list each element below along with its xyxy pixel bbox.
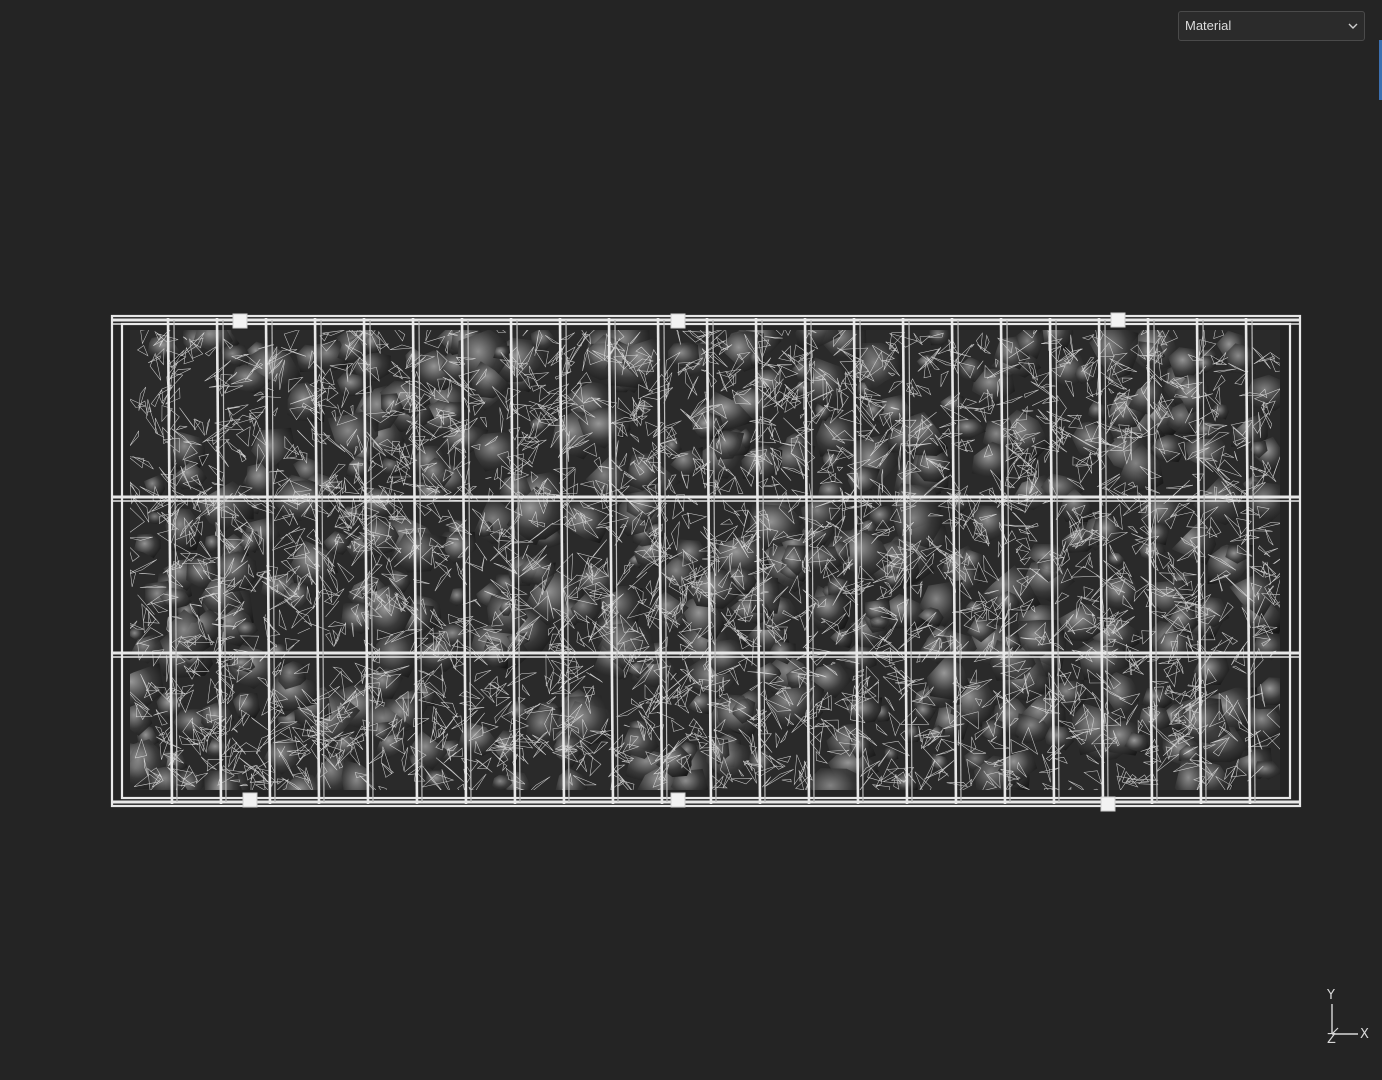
axis-z-label: Z bbox=[1327, 1032, 1336, 1047]
cage-clip bbox=[232, 313, 248, 329]
stone bbox=[1247, 374, 1280, 411]
cage-clip bbox=[670, 313, 686, 329]
axis-gizmo: Y Z X bbox=[1318, 988, 1374, 1050]
cage-clip bbox=[242, 792, 258, 808]
cage-clip bbox=[670, 792, 686, 808]
cage-clip bbox=[1110, 312, 1126, 328]
axis-x-label: X bbox=[1360, 1027, 1369, 1042]
3d-viewport[interactable]: Material Y Z X bbox=[0, 0, 1382, 1080]
axis-y-label: Y bbox=[1327, 988, 1335, 1003]
cage-clip bbox=[1100, 796, 1116, 812]
gabion-wireframe-model[interactable] bbox=[0, 0, 1382, 1080]
stone bbox=[204, 769, 242, 790]
